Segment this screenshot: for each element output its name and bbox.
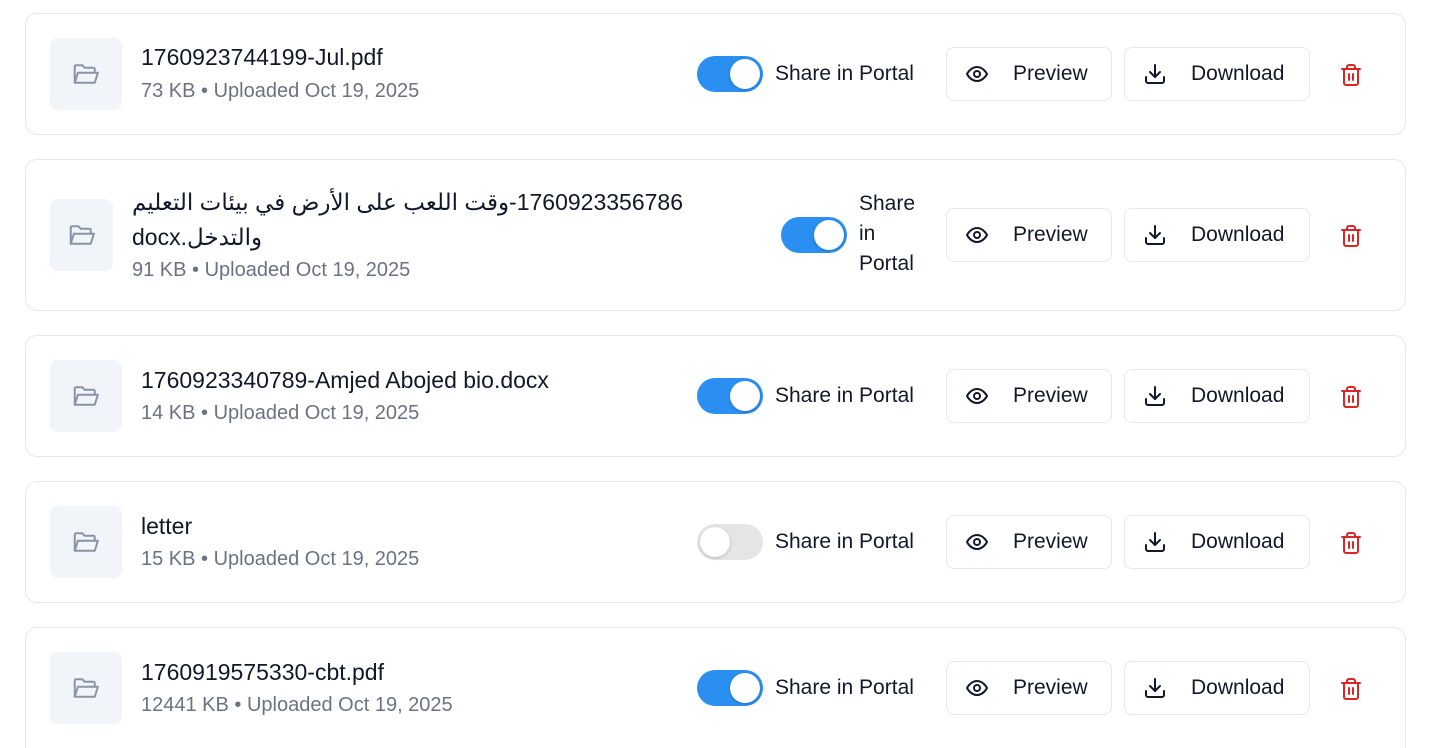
share-label: Share in Portal [775,676,914,699]
share-toggle[interactable] [781,217,847,253]
preview-button[interactable]: Preview [946,47,1112,101]
folder-open-icon [50,38,122,110]
preview-label: Preview [1013,223,1088,246]
eye-icon [966,680,988,696]
share-toggle[interactable] [697,56,763,92]
file-meta: 15 KB • Uploaded Oct 19, 2025 [141,548,420,570]
file-meta: 12441 KB • Uploaded Oct 19, 2025 [141,694,453,716]
trash-icon[interactable] [1339,63,1363,87]
file-name: 1760923356786-وقت اللعب على الأرض في بيئ… [132,189,684,250]
download-icon [1145,225,1165,245]
folder-open-icon [50,360,122,432]
preview-label: Preview [1013,676,1088,699]
toggle-knob [730,673,760,703]
preview-label: Preview [1013,530,1088,553]
file-meta: 73 KB • Uploaded Oct 19, 2025 [141,80,420,102]
download-button[interactable]: Download [1124,208,1310,262]
eye-icon [966,534,988,550]
toggle-knob [730,59,760,89]
file-row: 1760923340789-Amjed Abojed bio.docx 14 K… [25,335,1406,457]
file-row: letter 15 KB • Uploaded Oct 19, 2025 Sha… [25,481,1406,603]
download-label: Download [1191,223,1285,246]
share-toggle[interactable] [697,524,763,560]
preview-button[interactable]: Preview [946,515,1112,569]
toggle-knob [730,381,760,411]
share-label: Share in Portal [775,62,914,85]
trash-icon[interactable] [1339,385,1363,409]
file-name: 1760919575330-cbt.pdf [141,659,384,685]
file-name: 1760923744199-Jul.pdf [141,44,383,70]
eye-icon [966,388,988,404]
file-row: 1760919575330-cbt.pdf 12441 KB • Uploade… [25,627,1406,748]
file-meta: 91 KB • Uploaded Oct 19, 2025 [132,259,411,281]
download-button[interactable]: Download [1124,661,1310,715]
download-button[interactable]: Download [1124,47,1310,101]
download-icon [1145,678,1165,698]
download-label: Download [1191,62,1285,85]
file-name: 1760923340789-Amjed Abojed bio.docx [141,367,549,393]
trash-icon[interactable] [1339,531,1363,555]
download-icon [1145,64,1165,84]
preview-label: Preview [1013,62,1088,85]
preview-label: Preview [1013,384,1088,407]
folder-open-icon [50,506,122,578]
file-meta: 14 KB • Uploaded Oct 19, 2025 [141,402,420,424]
trash-icon[interactable] [1339,677,1363,701]
toggle-knob [814,220,844,250]
preview-button[interactable]: Preview [946,369,1112,423]
download-label: Download [1191,384,1285,407]
share-toggle[interactable] [697,378,763,414]
file-row: 1760923356786-وقت اللعب على الأرض في بيئ… [25,159,1406,311]
share-toggle[interactable] [697,670,763,706]
eye-icon [966,66,988,82]
file-row: 1760923744199-Jul.pdf 73 KB • Uploaded O… [25,13,1406,135]
download-button[interactable]: Download [1124,515,1310,569]
download-icon [1145,386,1165,406]
eye-icon [966,227,988,243]
download-button[interactable]: Download [1124,369,1310,423]
folder-open-icon [50,652,122,724]
share-label: Share in Portal [775,530,914,553]
preview-button[interactable]: Preview [946,208,1112,262]
download-icon [1145,532,1165,552]
file-name: letter [141,513,193,539]
share-label: Share in Portal [859,192,916,275]
folder-open-icon [50,199,113,271]
trash-icon[interactable] [1339,224,1363,248]
download-label: Download [1191,676,1285,699]
toggle-knob [700,527,730,557]
download-label: Download [1191,530,1285,553]
share-label: Share in Portal [775,384,914,407]
preview-button[interactable]: Preview [946,661,1112,715]
